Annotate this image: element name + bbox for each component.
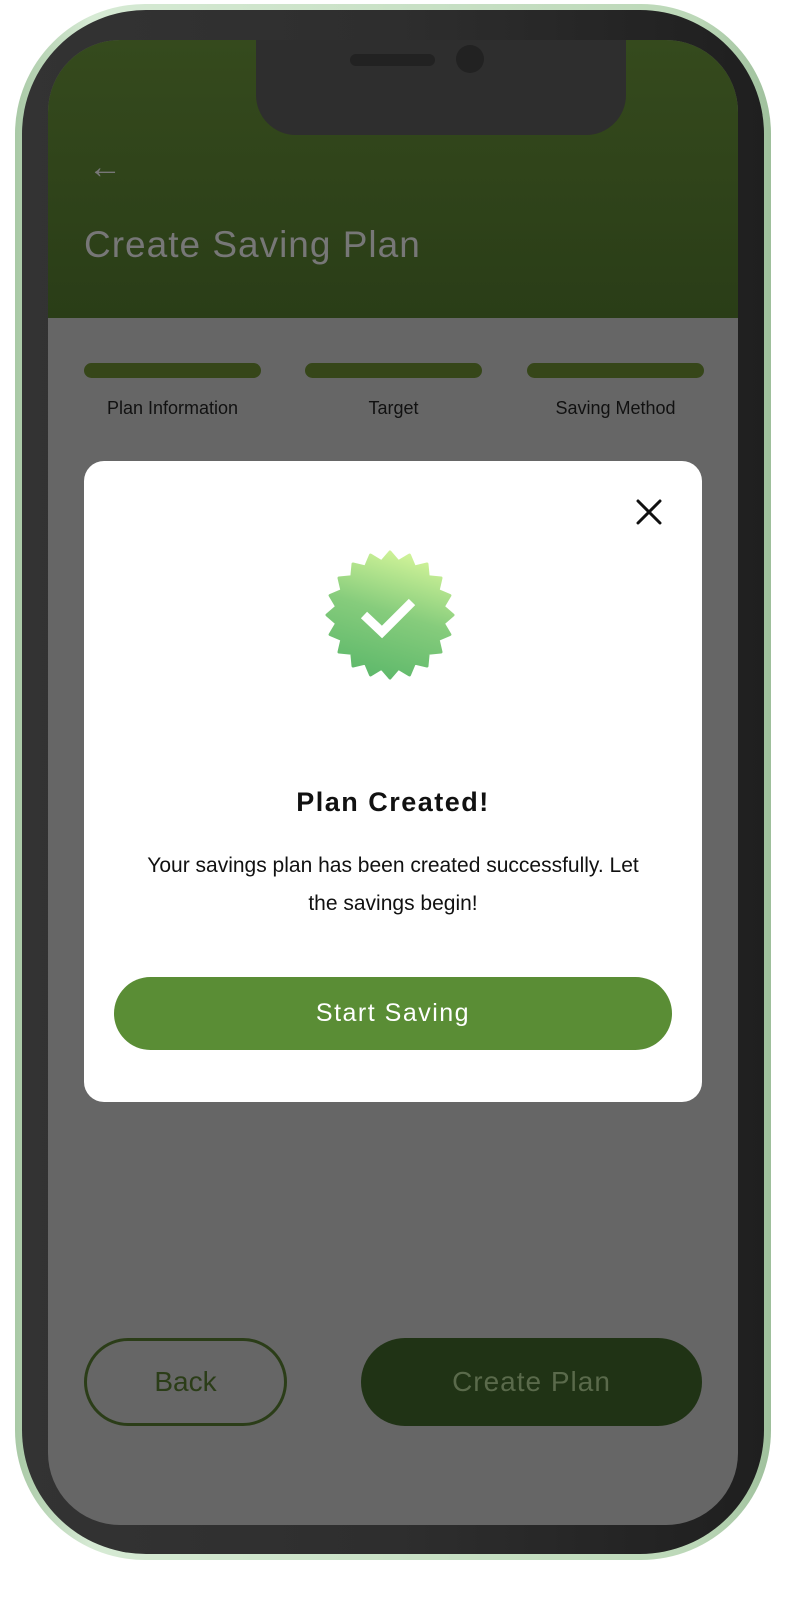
step-bar-2 [305,363,482,378]
close-icon[interactable] [634,497,664,527]
modal-title: Plan Created! [296,787,490,817]
verified-badge-check-icon [325,550,455,680]
create-plan-button[interactable]: Create Plan [361,1338,702,1426]
speaker [350,54,435,66]
screen: ← Create Saving Plan Plan Information Ta… [48,40,738,1525]
notch [256,40,626,135]
page-title: Create Saving Plan [84,224,421,265]
back-button[interactable]: Back [84,1338,287,1426]
step-bar-3 [527,363,704,378]
success-modal: Plan Created! Your savings plan has been… [84,461,702,1102]
step-label: Plan Information [106,398,239,418]
step-bar-1 [84,363,261,378]
arrow-left-icon[interactable]: ← [88,148,122,187]
step-label: Saving Method [555,398,676,418]
start-saving-button[interactable]: Start Saving [114,977,672,1050]
camera [456,45,484,73]
modal-message: Your savings plan has been created succe… [147,854,639,915]
step-label: Target [368,398,419,418]
